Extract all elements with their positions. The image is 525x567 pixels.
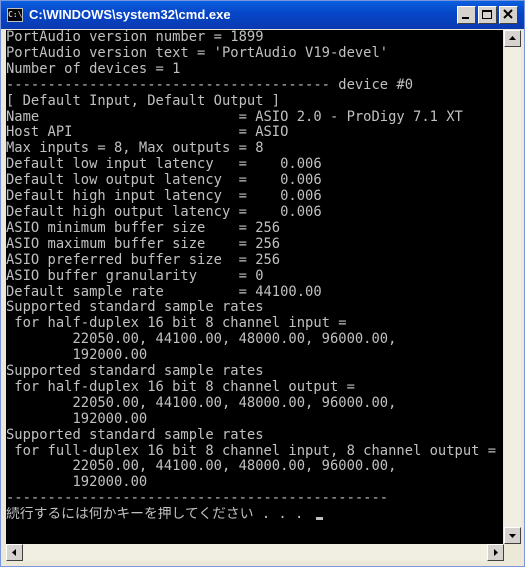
arrow-left-icon <box>12 549 16 556</box>
maximize-button[interactable] <box>478 6 497 24</box>
console-line: 192000.00 <box>6 411 148 427</box>
arrow-up-icon <box>509 36 516 40</box>
console-line: 22050.00, 44100.00, 48000.00, 96000.00, <box>6 459 397 475</box>
console-line: Number of devices = 1 <box>6 61 181 77</box>
console-line: 22050.00, 44100.00, 48000.00, 96000.00, <box>6 332 397 348</box>
horizontal-scrollbar[interactable] <box>6 544 504 561</box>
console-line: 192000.00 <box>6 348 148 364</box>
minimize-button[interactable] <box>457 6 476 24</box>
scroll-right-button[interactable] <box>487 544 504 561</box>
minimize-icon <box>462 17 469 19</box>
console-line: --------------------------------------- … <box>6 77 414 93</box>
close-button[interactable] <box>499 6 518 24</box>
console-line: ASIO minimum buffer size = 256 <box>6 220 281 236</box>
cmd-window: C:\ C:\WINDOWS\system32\cmd.exe PortAudi… <box>0 0 525 567</box>
maximize-icon <box>482 10 492 19</box>
scroll-left-button[interactable] <box>6 544 23 561</box>
console-line: for half-duplex 16 bit 8 channel input = <box>6 316 355 332</box>
console-line: [ Default Input, Default Output ] <box>6 93 281 109</box>
console-line: Default low input latency = 0.006 <box>6 157 322 173</box>
scroll-down-button[interactable] <box>504 527 521 544</box>
title-bar[interactable]: C:\ C:\WINDOWS\system32\cmd.exe <box>1 1 524 29</box>
window-title: C:\WINDOWS\system32\cmd.exe <box>29 7 231 22</box>
console-line: ASIO buffer granularity = 0 <box>6 268 264 284</box>
console-line: for half-duplex 16 bit 8 channel output … <box>6 379 364 395</box>
vertical-scrollbar[interactable] <box>504 30 521 544</box>
console-line: Supported standard sample rates <box>6 364 264 380</box>
console-line: ----------------------------------------… <box>6 491 389 507</box>
console-line: Name = ASIO 2.0 - ProDigy 7.1 XT <box>6 109 463 125</box>
console-line: PortAudio version text = 'PortAudio V19-… <box>6 45 389 61</box>
console-line: Default high input latency = 0.006 <box>6 189 322 205</box>
console-line: Host API = ASIO <box>6 125 289 141</box>
console-line: ASIO maximum buffer size = 256 <box>6 236 281 252</box>
console-line: ASIO preferred buffer size = 256 <box>6 252 281 268</box>
console-line: Max inputs = 8, Max outputs = 8 <box>6 141 264 157</box>
console-line: Supported standard sample rates <box>6 300 264 316</box>
arrow-down-icon <box>509 534 516 538</box>
console-output: PortAudio version number = 1899 PortAudio… <box>6 30 503 523</box>
console-line: 192000.00 <box>6 475 148 491</box>
console-line: for full-duplex 16 bit 8 channel input, … <box>6 443 503 459</box>
console-line: PortAudio version number = 1899 <box>6 30 264 45</box>
cmd-icon[interactable]: C:\ <box>7 8 23 22</box>
arrow-right-icon <box>494 549 498 556</box>
console-line: Default low output latency = 0.006 <box>6 173 322 189</box>
console-area[interactable]: PortAudio version number = 1899 PortAudio… <box>6 30 503 544</box>
close-icon <box>503 9 513 19</box>
console-line: Default sample rate = 44100.00 <box>6 284 322 300</box>
cursor <box>315 517 323 521</box>
console-line: Default high output latency = 0.006 <box>6 204 322 220</box>
console-line: 続行するには何かキーを押してください . . . <box>6 507 503 523</box>
console-line: Supported standard sample rates <box>6 427 264 443</box>
console-line: 22050.00, 44100.00, 48000.00, 96000.00, <box>6 395 397 411</box>
scroll-up-button[interactable] <box>504 30 521 47</box>
scrollbar-corner <box>504 544 521 561</box>
